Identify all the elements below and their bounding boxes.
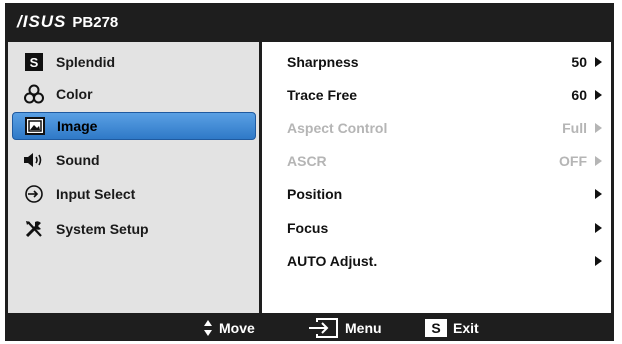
sidebar-item-label: System Setup (56, 221, 149, 237)
footer-move[interactable]: Move (203, 314, 255, 341)
sidebar-item-input-select[interactable]: Input Select (12, 180, 256, 208)
footer-menu[interactable]: Menu (307, 314, 382, 341)
image-icon (23, 116, 47, 136)
setting-label: Trace Free (287, 87, 358, 103)
setting-label: ASCR (287, 153, 327, 169)
color-circles-icon (22, 84, 46, 104)
setting-value: 60 (571, 87, 587, 103)
footer-menu-label: Menu (345, 319, 382, 336)
arrow-right-icon (595, 57, 602, 67)
footer-exit[interactable]: S Exit (425, 314, 479, 341)
asus-logo: /ISUS (17, 12, 67, 31)
setting-value: 50 (571, 54, 587, 70)
footer-exit-label: Exit (453, 319, 479, 336)
model-name: PB278 (72, 13, 119, 31)
setting-label: AUTO Adjust. (287, 253, 378, 269)
sidebar-item-label: Image (57, 118, 98, 134)
arrow-right-icon (595, 123, 602, 133)
setting-label: Position (287, 186, 343, 202)
setting-focus[interactable]: Focus (287, 215, 602, 241)
setting-auto-adjust[interactable]: AUTO Adjust. (287, 248, 602, 274)
svg-text:S: S (30, 55, 39, 70)
sidebar-item-label: Input Select (56, 186, 136, 202)
osd-screen: /ISUS PB278 S Splendid Color Image Sound… (0, 0, 622, 344)
sidebar-item-color[interactable]: Color (12, 80, 256, 108)
s-key-icon: S (425, 318, 447, 338)
setting-label: Aspect Control (287, 120, 388, 136)
setting-label: Sharpness (287, 54, 359, 70)
brand: /ISUS PB278 (17, 11, 118, 33)
enter-icon (307, 317, 339, 338)
sidebar-item-image[interactable]: Image (12, 112, 256, 140)
s-box-icon: S (22, 52, 46, 72)
setting-trace-free[interactable]: Trace Free 60 (287, 82, 602, 108)
tools-icon (22, 219, 46, 239)
image-settings-panel: Sharpness 50 Trace Free 60 Aspect Contro… (262, 42, 611, 313)
osd-frame: /ISUS PB278 S Splendid Color Image Sound… (5, 3, 614, 341)
setting-sharpness[interactable]: Sharpness 50 (287, 49, 602, 75)
sidebar-item-sound[interactable]: Sound (12, 146, 256, 174)
setting-value: OFF (559, 153, 587, 169)
sidebar-item-label: Sound (56, 152, 100, 168)
sidebar-item-label: Color (56, 86, 93, 102)
footer-bar: Move Menu S Exit (5, 314, 614, 341)
svg-text:S: S (431, 320, 440, 336)
setting-ascr: ASCR OFF (287, 148, 602, 174)
sidebar-item-splendid[interactable]: S Splendid (12, 48, 256, 76)
footer-move-label: Move (219, 319, 255, 336)
up-down-arrows-icon (203, 319, 213, 337)
setting-position[interactable]: Position (287, 181, 602, 207)
title-bar: /ISUS PB278 (5, 3, 614, 39)
sidebar-item-label: Splendid (56, 54, 116, 70)
sidebar: S Splendid Color Image Sound Input Selec… (8, 42, 259, 313)
arrow-right-icon (595, 189, 602, 199)
arrow-right-icon (595, 256, 602, 266)
arrow-right-icon (595, 223, 602, 233)
arrow-right-icon (595, 156, 602, 166)
speaker-icon (22, 150, 46, 170)
setting-label: Focus (287, 220, 329, 236)
setting-aspect-control: Aspect Control Full (287, 115, 602, 141)
sidebar-item-system-setup[interactable]: System Setup (12, 215, 256, 243)
setting-value: Full (562, 120, 587, 136)
arrow-right-icon (595, 90, 602, 100)
input-arrow-icon (22, 184, 46, 204)
